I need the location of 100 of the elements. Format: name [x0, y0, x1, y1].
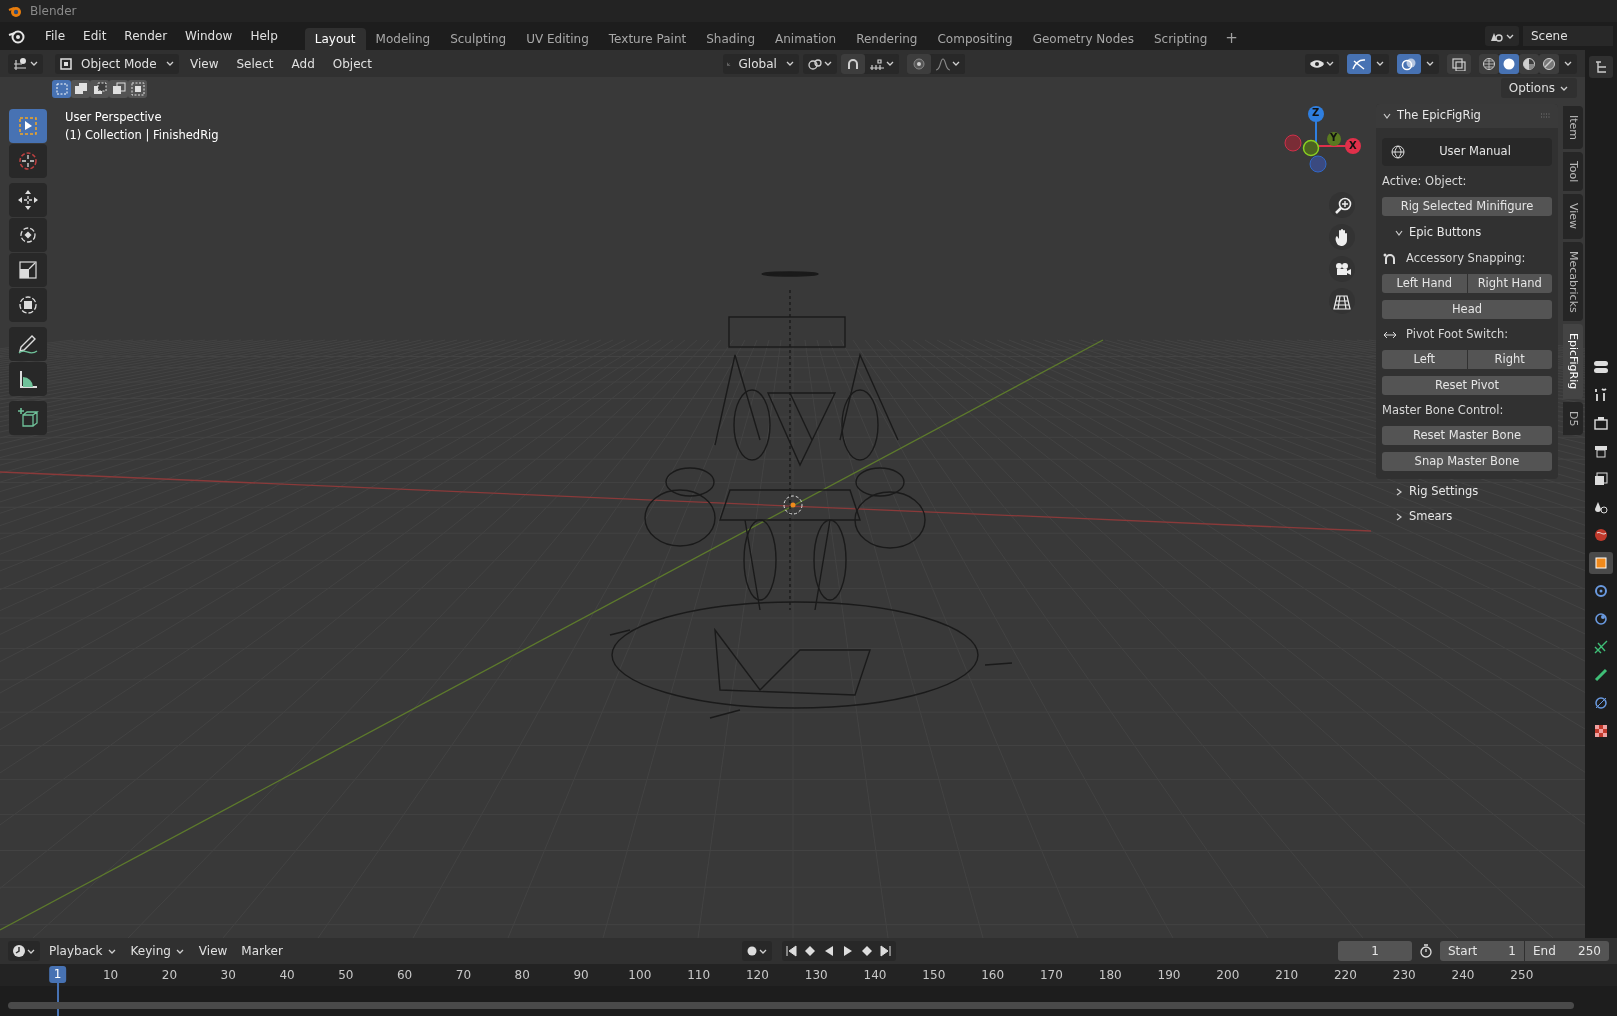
start-frame-field[interactable]: Start 1 — [1440, 941, 1524, 961]
sidebar-tab[interactable]: Item — [1563, 106, 1583, 150]
auto-keying-button[interactable] — [741, 941, 772, 961]
panel-header[interactable]: The EpicFigRig — [1376, 104, 1558, 128]
sidebar-tab[interactable]: Tool — [1563, 152, 1583, 192]
workspace-tab[interactable]: Modeling — [365, 28, 441, 50]
frame-number: 80 — [514, 967, 530, 983]
sidebar-tab[interactable]: Mecabricks — [1563, 241, 1583, 322]
rendered-sphere-icon — [1542, 56, 1556, 71]
shading-button[interactable] — [1519, 53, 1539, 74]
shading-button[interactable] — [1479, 53, 1499, 74]
measure-tool[interactable] — [9, 362, 47, 396]
collapsed-panel-header[interactable]: Rig Settings — [1376, 479, 1558, 504]
panel-button[interactable]: Reset Pivot — [1382, 376, 1552, 395]
workspace-tab[interactable]: Scripting — [1143, 28, 1218, 50]
mode-dropdown[interactable]: Object Mode — [55, 53, 179, 74]
cursor-tool[interactable] — [9, 144, 47, 178]
orientation-dropdown[interactable]: Global — [722, 53, 799, 74]
menu-item[interactable]: Window — [178, 25, 240, 47]
move-tool[interactable] — [9, 183, 47, 217]
shading-button[interactable] — [1539, 53, 1559, 74]
sidebar-tab[interactable]: D5 — [1563, 401, 1583, 436]
workspace-tab[interactable]: Shading — [696, 28, 765, 50]
menu-item[interactable]: Select — [229, 53, 281, 74]
menu-item[interactable]: View — [183, 53, 226, 74]
select-mode-button[interactable] — [128, 80, 147, 98]
rotate-icon — [17, 224, 39, 246]
scene-field[interactable]: Scene — [1523, 26, 1613, 46]
xray-toggle[interactable] — [1447, 53, 1471, 74]
viewport-info-text: (1) Collection | FinishedRig — [65, 127, 219, 143]
frame-number: 180 — [1098, 967, 1122, 983]
workspace-tab[interactable]: Sculpting — [440, 28, 517, 50]
select-mode-button[interactable] — [109, 80, 128, 98]
menu-item[interactable]: Help — [243, 25, 285, 47]
frame-number: 230 — [1392, 967, 1416, 983]
end-frame-field[interactable]: End 250 — [1525, 941, 1609, 961]
rotate-tool[interactable] — [9, 218, 47, 252]
outliner-button[interactable] — [1589, 56, 1613, 78]
panel-button[interactable]: Right Hand — [1467, 274, 1552, 293]
menu-item[interactable]: Keying — [125, 941, 190, 961]
blender-logo-icon[interactable] — [8, 28, 26, 44]
editor-type-button[interactable] — [8, 941, 40, 961]
panel-button[interactable]: Reset Master Bone — [1382, 426, 1552, 445]
proportional-edit-button[interactable] — [906, 53, 931, 74]
workspace-tab[interactable]: Geometry Nodes — [1022, 28, 1144, 50]
subpanel-header[interactable]: Epic Buttons — [1382, 223, 1552, 243]
menu-item[interactable]: Playback — [44, 941, 122, 961]
menu-item[interactable]: View — [193, 941, 233, 961]
sidebar-tab[interactable]: View — [1563, 194, 1583, 239]
annotate-tool[interactable] — [9, 327, 47, 361]
menu-item[interactable]: Object — [325, 53, 379, 74]
editor-type-button[interactable] — [8, 53, 43, 74]
properties-tab[interactable] — [1589, 552, 1613, 574]
scrollbar[interactable] — [8, 1002, 1574, 1009]
select-box-tool[interactable] — [9, 109, 47, 143]
shading-button[interactable] — [1499, 53, 1519, 74]
workspace-tab[interactable]: Compositing — [927, 28, 1023, 50]
add-workspace-button[interactable]: + — [1217, 26, 1246, 50]
user-manual-button[interactable]: User Manual — [1382, 138, 1552, 166]
panel-button[interactable]: Rig Selected Minifigure — [1382, 197, 1552, 216]
transform-tool[interactable] — [9, 288, 47, 322]
gizmo-toggle[interactable] — [1347, 53, 1371, 74]
difference-select-icon — [111, 82, 126, 96]
menu-item[interactable]: Render — [117, 25, 175, 47]
cursor-icon — [17, 150, 39, 172]
scale-tool[interactable] — [9, 253, 47, 287]
visibility-button[interactable] — [1305, 53, 1339, 74]
image-stack-icon — [1593, 471, 1609, 487]
sidebar-tab[interactable]: EpicFigRig — [1563, 324, 1583, 399]
panel-button[interactable]: Left — [1382, 350, 1467, 369]
panel-button[interactable]: Left Hand — [1382, 274, 1467, 293]
workspace-tab[interactable]: Layout — [304, 28, 366, 50]
add-cube-tool[interactable] — [9, 401, 47, 435]
select-mode-button[interactable] — [71, 80, 90, 98]
panel-button[interactable]: Head — [1382, 300, 1552, 319]
collapsed-panel-header[interactable]: Smears — [1376, 504, 1558, 529]
scene-type-button[interactable] — [1485, 26, 1519, 46]
globe-icon — [1390, 144, 1406, 160]
bone-constraint-icon — [1593, 695, 1609, 711]
menu-item[interactable]: Edit — [76, 25, 114, 47]
panel-button[interactable]: Right — [1467, 350, 1552, 369]
frame-number: 140 — [863, 967, 887, 983]
overlay-toggle[interactable] — [1397, 53, 1421, 74]
frame-number: 70 — [455, 967, 472, 983]
options-dropdown[interactable]: Options — [1500, 78, 1577, 98]
menu-item[interactable]: File — [38, 25, 73, 47]
caret-icon — [784, 59, 795, 68]
panel-button[interactable]: Snap Master Bone — [1382, 452, 1552, 471]
menu-item[interactable]: Marker — [236, 941, 288, 961]
toggle-switch-icon — [1593, 359, 1609, 375]
jump-start-icon — [784, 944, 799, 958]
workspace-tab[interactable]: Rendering — [846, 28, 928, 50]
snap-magnet-button[interactable] — [840, 53, 865, 74]
menu-item[interactable]: Add — [284, 53, 322, 74]
select-mode-button[interactable] — [90, 80, 109, 98]
current-frame-field[interactable]: 1 — [1338, 941, 1412, 961]
workspace-tab[interactable]: UV Editing — [516, 28, 599, 50]
workspace-tab[interactable]: Texture Paint — [598, 28, 697, 50]
workspace-tab[interactable]: Animation — [765, 28, 847, 50]
pivot-button[interactable] — [802, 53, 837, 74]
